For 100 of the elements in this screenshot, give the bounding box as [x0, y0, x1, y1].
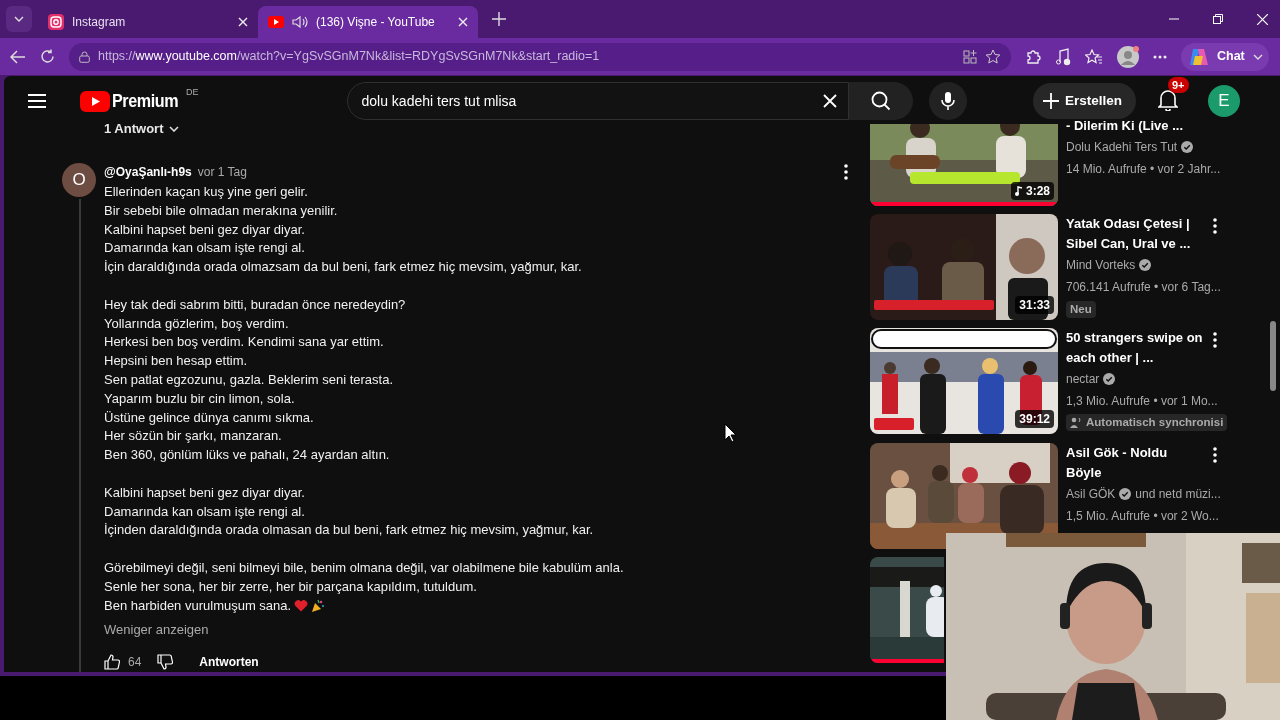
video-meta: 1,3 Mio. Aufrufe • vor 1 Mo...	[1066, 393, 1219, 410]
search-icon	[870, 91, 891, 111]
scrollbar-thumb[interactable]	[1270, 321, 1276, 391]
tab-list-button[interactable]	[6, 6, 32, 32]
channel-name[interactable]: Mind Vorteks	[1066, 256, 1136, 274]
speaker-icon[interactable]	[292, 15, 308, 29]
more-icon[interactable]	[1213, 332, 1217, 348]
more-icon[interactable]	[1213, 447, 1217, 464]
comment-line: Bir sebebi bile olmadan merakına yenilir.	[104, 201, 338, 220]
copilot-icon	[1189, 47, 1209, 66]
comment-line: Her sözün bir şarkı, manzaran.	[104, 427, 282, 446]
reply-button[interactable]: Antworten	[191, 652, 267, 671]
comment-line: Yaparım buzlu bir cin limon, sola.	[104, 389, 295, 408]
url-text: https://www.youtube.com/watch?v=YgSvSGnM7Nk&list=RDYgSvSGnM7Nk&start_radio=1	[98, 48, 601, 66]
chevron-down-icon	[1252, 53, 1263, 60]
comment-line: Damarında kan olsam işte rengi al.	[104, 239, 305, 258]
lock-icon	[79, 50, 90, 63]
search-button[interactable]	[848, 82, 913, 120]
logo-icon[interactable]	[80, 90, 110, 112]
close-icon[interactable]	[238, 17, 248, 27]
video-title[interactable]: Yatak Odası Çetesi | Sibel Can, Ural ve ...	[1066, 214, 1204, 254]
comment-line: Hey tak dedi sabrım bitti, buradan önce neredeydin?	[104, 295, 406, 314]
favorites-icon[interactable]	[1085, 48, 1103, 65]
more-icon[interactable]	[1153, 54, 1167, 59]
comment-line: Ben 360, gönlüm lüks ve pahalı, 24 ayardan altın.	[104, 446, 390, 465]
clear-icon[interactable]	[822, 94, 837, 108]
bell-icon[interactable]	[1158, 89, 1178, 111]
back-icon[interactable]	[10, 49, 26, 64]
like-count: 64	[128, 653, 142, 671]
dubbed-badge: Automatisch synchronisi	[1066, 414, 1228, 432]
duration-badge: 39:12	[1015, 410, 1054, 428]
plus-icon[interactable]	[492, 12, 506, 26]
replies-toggle[interactable]: 1 Antwort	[104, 119, 164, 139]
restore-icon[interactable]	[1213, 14, 1223, 24]
comment-line: Herkesi ben boş verdim. Kendimi sana yar ettim.	[104, 333, 384, 352]
comment-line: Görebilmeyi değil, seni bilmeyi bile, benim olmana değil, var olabilmene bile kabulüm anla.	[104, 558, 624, 577]
video-meta: 14 Mio. Aufrufe • vor 2 Jahr...	[1066, 161, 1220, 178]
browser-tab[interactable]: (136) Vişne - YouTube	[258, 6, 478, 38]
microphone-icon	[940, 91, 955, 111]
voice-icon	[1070, 417, 1082, 429]
channel-name[interactable]: und netd müzi...	[1135, 485, 1221, 504]
cursor-icon	[724, 423, 737, 443]
tab-title: (136) Vişne - YouTube	[316, 14, 436, 31]
profile-icon[interactable]	[1117, 45, 1139, 68]
voice-search-button[interactable]	[928, 82, 967, 120]
comment-time[interactable]: vor 1 Tag	[197, 163, 247, 181]
comment-line: Damarında kan olsam işte rengi al.	[104, 502, 305, 521]
comment-line: Ellerinden kaçan kuş yine geri gelir.	[104, 183, 308, 201]
more-icon[interactable]	[1213, 218, 1217, 234]
music-note-icon	[1014, 186, 1023, 196]
video-meta: 1,5 Mio. Aufrufe • vor 2 Wo...	[1066, 508, 1220, 526]
comment-line: İçin daraldığında orada olmazsam da bul beni, fark etmez hiç mevsim, yağmur, kar.	[104, 258, 582, 277]
duration-badge: 3:28	[1010, 182, 1054, 200]
thumbs-down-icon[interactable]	[157, 653, 174, 670]
channel-name[interactable]: Asil GÖK	[1066, 485, 1116, 504]
comment-line: Yollarında gözlerim, boş verdim.	[104, 314, 289, 333]
region-label: DE	[186, 86, 199, 100]
comment-line: Senle her sona, her bir zerre, her bir parçana kapıldım, tutuldum.	[104, 577, 477, 596]
channel-name[interactable]: Dolu Kadehi Ters Tut	[1066, 138, 1178, 156]
video-title[interactable]: Asil Gök - Noldu Böyle	[1066, 443, 1204, 484]
comment-line: İçinden daraldığında orada olmasan da bul beni, fark etmez hiç mevsim, yağmur, kar.	[104, 521, 594, 540]
apps-icon[interactable]	[963, 49, 977, 64]
video-meta: 706.141 Aufrufe • vor 6 Tag...	[1066, 279, 1220, 296]
comment-author[interactable]: @OyaŞanlı-h9s	[104, 163, 192, 181]
menu-icon[interactable]	[28, 94, 46, 108]
close-icon[interactable]	[458, 17, 468, 27]
search-field[interactable]: dolu kadehi ters tut mlisa	[346, 82, 849, 120]
comment-line: Sen patlat egzozunu, gazla. Beklerim seni terasta.	[104, 370, 394, 389]
address-field[interactable]: https://www.youtube.com/watch?v=YgSvSGnM7Nk&list=RDYgSvSGnM7Nk&start_radio=1	[69, 42, 1011, 71]
comment-line: Kalbini hapset beni gez diyar diyar.	[104, 483, 305, 502]
browser-tab[interactable]: Instagram	[38, 6, 258, 38]
account-avatar[interactable]: E	[1208, 85, 1240, 117]
camera-icon	[48, 14, 64, 30]
logo-text: Premium	[112, 88, 179, 113]
play-icon	[268, 16, 284, 28]
video-title[interactable]: 50 strangers swipe on each other | ...	[1066, 328, 1204, 368]
reload-icon[interactable]	[40, 49, 55, 64]
party-popper-icon	[311, 598, 326, 613]
create-button[interactable]: Erstellen	[1032, 83, 1136, 119]
chevron-down-icon	[14, 16, 24, 22]
video-title[interactable]: - Dilerim Ki (Live ...	[1066, 116, 1204, 136]
plus-icon	[1042, 93, 1059, 109]
tab-title: Instagram	[72, 14, 127, 31]
comment-line: Ben harbiden vurulmuşum sana.	[104, 596, 292, 615]
comment-line: Üstüne gelince dünya canımı sıkma.	[104, 408, 314, 427]
new-badge: Neu	[1066, 301, 1096, 319]
star-icon[interactable]	[985, 49, 1001, 64]
puzzle-icon[interactable]	[1025, 48, 1041, 65]
comment-line: Kalbini hapset beni gez diyar diyar.	[104, 220, 305, 239]
thumbs-up-icon[interactable]	[104, 653, 120, 670]
heart-icon	[294, 599, 309, 613]
chevron-down-icon[interactable]	[169, 126, 180, 132]
more-icon[interactable]	[844, 164, 848, 180]
chat-button[interactable]: Chat	[1181, 42, 1269, 71]
author-avatar[interactable]: O	[62, 163, 96, 197]
channel-name[interactable]: nectar	[1066, 370, 1100, 388]
music-icon[interactable]	[1055, 47, 1071, 66]
show-less-link[interactable]: Weniger anzeigen	[104, 620, 209, 640]
duration-badge: 31:33	[1015, 296, 1054, 314]
notification-badge: 9+	[1168, 77, 1189, 93]
